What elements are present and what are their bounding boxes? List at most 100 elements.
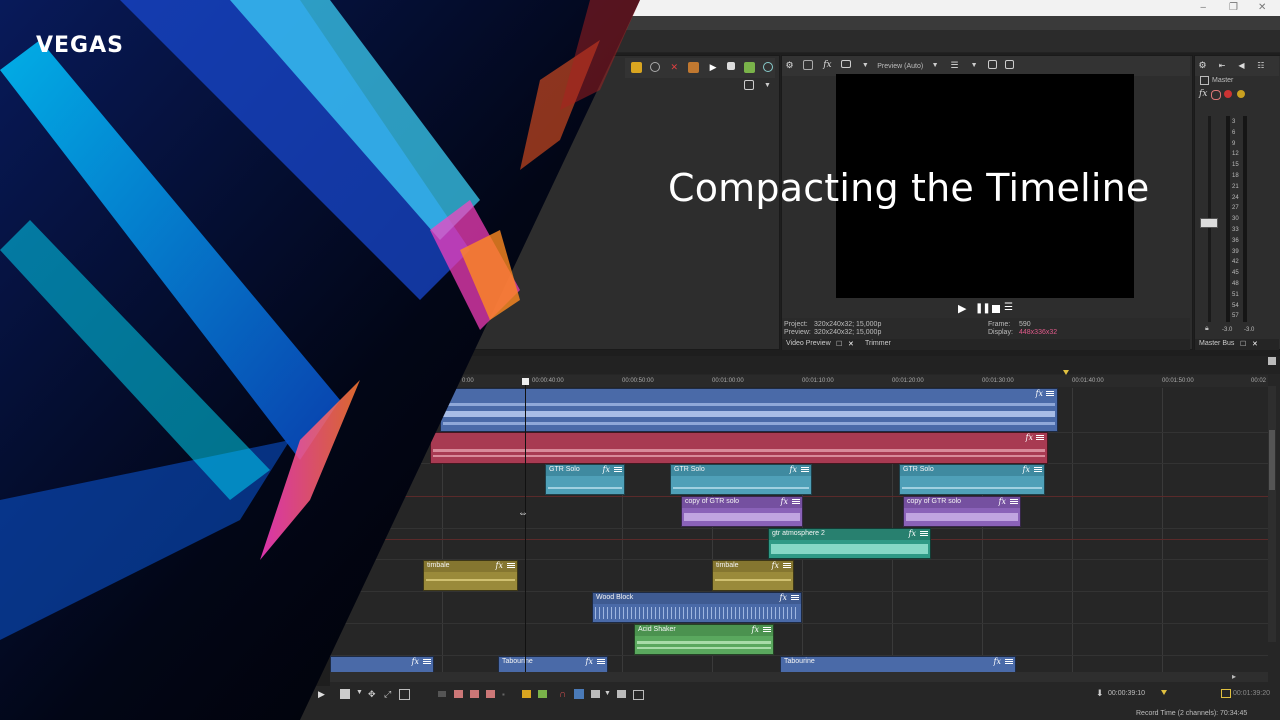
vegas-logo: VEGAS xyxy=(36,33,124,58)
fx-icon[interactable]: fx xyxy=(790,465,797,474)
audio-event-gtr-atmosphere[interactable]: gtr atmosphere 2 fx xyxy=(768,528,931,559)
scroll-right-icon[interactable]: ▸ xyxy=(1232,672,1236,681)
master-fader-handle[interactable] xyxy=(1200,218,1218,228)
fx-icon[interactable]: fx xyxy=(822,60,833,71)
close-window-button[interactable]: ✕ xyxy=(1258,2,1266,13)
meter-scale-label: 54 xyxy=(1232,302,1239,309)
fx-icon[interactable]: fx xyxy=(780,593,787,602)
settings-gear-icon[interactable]: ⚙ xyxy=(1197,60,1208,71)
play-icon[interactable]: ▶ xyxy=(708,62,719,73)
waveform xyxy=(684,513,800,521)
tab-close-icon[interactable]: ✕ xyxy=(1252,340,1258,348)
record-arm-icon[interactable] xyxy=(1224,90,1232,98)
chevron-down-icon[interactable]: ▼ xyxy=(860,60,871,71)
fx-icon[interactable]: fx xyxy=(994,657,1001,666)
audio-event-copy-gtr-solo[interactable]: copy of GTR solo fx xyxy=(903,496,1021,527)
waveform xyxy=(906,513,1018,521)
tab-undock-icon[interactable]: ☐ xyxy=(836,340,842,348)
mute-icon[interactable] xyxy=(1237,90,1245,98)
master-checkbox[interactable] xyxy=(1200,76,1209,85)
search-icon[interactable] xyxy=(763,62,773,72)
chevron-down-icon[interactable]: ▼ xyxy=(762,80,773,91)
preview-value: 320x240x32; 15,000p xyxy=(814,329,882,336)
preview-pause-button[interactable]: ❚❚ xyxy=(975,303,991,314)
master-title: Master xyxy=(1212,77,1234,84)
vertical-scrollbar[interactable] xyxy=(1268,386,1276,642)
stop-icon[interactable] xyxy=(727,62,736,70)
overlays-icon[interactable]: ☰ xyxy=(949,60,960,71)
overlay-title: Compacting the Timeline xyxy=(668,166,1150,210)
restore-button[interactable]: ❐ xyxy=(1229,2,1238,13)
fx-icon[interactable]: fx xyxy=(1036,389,1043,398)
audio-event-copy-gtr-solo[interactable]: copy of GTR solo fx xyxy=(681,496,803,527)
tab-undock-icon[interactable]: ☐ xyxy=(1240,340,1246,348)
tab-trimmer[interactable]: Trimmer xyxy=(865,340,891,347)
audio-event-tabourine[interactable]: Tabourine fx xyxy=(780,656,1016,673)
device-icon[interactable] xyxy=(803,60,814,70)
audio-event-gtr-solo[interactable]: GTR Solo fx xyxy=(670,464,812,495)
event-menu-icon[interactable] xyxy=(792,498,800,506)
tick-label: 00:01:40:00 xyxy=(1072,378,1104,384)
tab-close-icon[interactable]: ✕ xyxy=(848,340,854,348)
meter-scale-label: 3 xyxy=(1232,119,1236,125)
event-menu-icon[interactable] xyxy=(1005,658,1013,666)
settings-gear-icon[interactable]: ⚙ xyxy=(784,60,795,71)
refresh-icon[interactable] xyxy=(650,62,661,72)
frame-value: 590 xyxy=(1019,321,1031,328)
tab-video-preview[interactable]: Video Preview xyxy=(786,340,831,347)
fx-icon[interactable]: fx xyxy=(781,497,788,506)
preview-quality-dropdown[interactable]: Preview (Auto) xyxy=(877,63,923,70)
event-label: copy of GTR solo xyxy=(907,498,962,505)
event-menu-icon[interactable] xyxy=(920,530,928,538)
waveform xyxy=(637,647,771,649)
save-snapshot-icon[interactable] xyxy=(1005,60,1015,69)
fx-icon[interactable]: fx xyxy=(752,625,759,634)
views-icon[interactable] xyxy=(743,80,754,90)
preview-stop-button[interactable] xyxy=(992,305,1000,313)
preview-menu-icon[interactable]: ☰ xyxy=(1004,302,1013,313)
vertical-scroll-thumb[interactable] xyxy=(1269,430,1275,490)
tick-label: 00:01:50:00 xyxy=(1162,378,1194,384)
fx-icon[interactable]: fx xyxy=(1023,465,1030,474)
tab-master-bus[interactable]: Master Bus xyxy=(1199,340,1234,347)
meter-left xyxy=(1226,116,1230,322)
loop-end-marker[interactable] xyxy=(1063,370,1069,375)
master-fx-icon[interactable]: fx xyxy=(1199,89,1207,99)
meter-scale-label: 33 xyxy=(1232,227,1239,233)
preview-play-button[interactable]: ▶ xyxy=(958,302,966,315)
chevron-down-icon[interactable]: ▼ xyxy=(930,60,941,71)
event-menu-icon[interactable] xyxy=(763,626,771,634)
audio-event-timbale[interactable]: timbale fx xyxy=(712,560,794,591)
minimize-button[interactable]: ‒ xyxy=(1200,2,1206,13)
fx-icon[interactable]: fx xyxy=(772,561,779,570)
event-menu-icon[interactable] xyxy=(783,562,791,570)
event-menu-icon[interactable] xyxy=(1010,498,1018,506)
faders-icon[interactable]: ☷ xyxy=(1255,60,1266,71)
chevron-down-icon[interactable]: ▼ xyxy=(969,60,980,71)
timeline-options-icon[interactable] xyxy=(1268,357,1276,365)
favorites-icon[interactable] xyxy=(688,62,700,73)
event-menu-icon[interactable] xyxy=(791,594,799,602)
audio-event-acid-shaker[interactable]: Acid Shaker fx xyxy=(634,624,774,655)
delete-icon[interactable]: ✕ xyxy=(669,62,680,73)
tick-label: 00:02 xyxy=(1251,378,1267,384)
event-menu-icon[interactable] xyxy=(1046,390,1054,398)
meter-scale-label: 9 xyxy=(1232,140,1236,147)
waveform xyxy=(637,641,771,644)
split-screen-icon[interactable] xyxy=(841,60,852,68)
event-menu-icon[interactable] xyxy=(1034,466,1042,474)
lock-icon[interactable]: 🔒︎ xyxy=(1205,325,1209,333)
event-menu-icon[interactable] xyxy=(801,466,809,474)
copy-snapshot-icon[interactable] xyxy=(987,60,997,69)
project-value: 320x240x32; 15,000p xyxy=(814,321,882,328)
fx-icon[interactable]: fx xyxy=(1026,433,1033,442)
audio-event-gtr-solo[interactable]: GTR Solo fx xyxy=(899,464,1045,495)
auto-preview-icon[interactable] xyxy=(743,62,755,73)
left-level: -3.0 xyxy=(1222,327,1233,333)
event-menu-icon[interactable] xyxy=(1036,434,1044,442)
fx-icon[interactable]: fx xyxy=(999,497,1006,506)
fx-icon[interactable]: fx xyxy=(909,529,916,538)
speaker-icon[interactable]: ◀ xyxy=(1236,60,1247,71)
automation-icon[interactable] xyxy=(1211,90,1221,100)
mixer-icon[interactable]: ⇤ xyxy=(1216,60,1227,71)
